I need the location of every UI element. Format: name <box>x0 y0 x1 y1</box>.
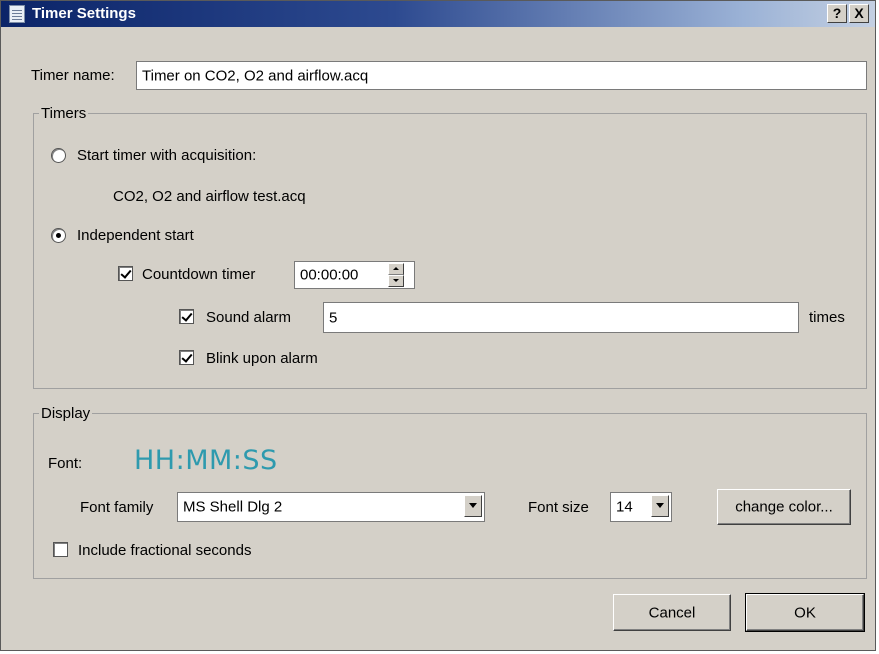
timer-name-value: Timer on CO2, O2 and airflow.acq <box>142 67 369 84</box>
fractional-seconds-checkbox[interactable] <box>53 542 68 557</box>
font-preview-text: HH:MM:SS <box>134 445 278 476</box>
alarm-times-label: times <box>809 309 845 326</box>
ok-button[interactable]: OK <box>745 593 865 632</box>
alarm-repeat-value: 5 <box>329 309 338 326</box>
font-family-label: Font family <box>80 499 154 516</box>
start-with-acquisition-radio[interactable] <box>51 148 66 163</box>
font-family-dropdown-button[interactable] <box>464 495 482 517</box>
acquisition-file-name: CO2, O2 and airflow test.acq <box>113 188 306 205</box>
cancel-label: Cancel <box>648 604 696 621</box>
countdown-timer-label[interactable]: Countdown timer <box>142 266 255 283</box>
window-title: Timer Settings <box>32 5 136 22</box>
fractional-seconds-label[interactable]: Include fractional seconds <box>78 542 251 559</box>
arrow-down-icon <box>393 279 399 282</box>
arrow-up-icon <box>393 267 399 270</box>
change-color-button[interactable]: change color... <box>717 489 851 525</box>
change-color-label: change color... <box>735 498 833 516</box>
sound-alarm-label[interactable]: Sound alarm <box>206 309 291 326</box>
countdown-decrease-button[interactable] <box>388 275 404 287</box>
alarm-repeat-input[interactable]: 5 <box>323 302 799 333</box>
timer-settings-dialog: Timer Settings ? X Timer name: Timer on … <box>0 0 876 651</box>
countdown-time-value: 00:00:00 <box>300 266 359 284</box>
blink-alarm-checkbox[interactable] <box>179 350 194 365</box>
timer-name-label: Timer name: <box>31 67 115 84</box>
font-label: Font: <box>48 455 83 472</box>
independent-start-radio[interactable] <box>51 228 66 243</box>
font-family-value: MS Shell Dlg 2 <box>183 498 283 516</box>
font-size-value: 14 <box>616 498 633 516</box>
independent-start-label[interactable]: Independent start <box>77 227 194 244</box>
close-button[interactable]: X <box>849 4 869 23</box>
timers-group-title: Timers <box>39 105 89 122</box>
display-group-title: Display <box>39 405 93 422</box>
start-with-acquisition-label[interactable]: Start timer with acquisition: <box>77 147 256 164</box>
font-size-dropdown-button[interactable] <box>651 495 669 517</box>
sound-alarm-checkbox[interactable] <box>179 309 194 324</box>
countdown-increase-button[interactable] <box>388 263 404 275</box>
countdown-timer-checkbox[interactable] <box>118 266 133 281</box>
blink-alarm-label[interactable]: Blink upon alarm <box>206 350 318 367</box>
timer-name-input[interactable]: Timer on CO2, O2 and airflow.acq <box>136 61 867 90</box>
font-family-select[interactable]: MS Shell Dlg 2 <box>177 492 485 522</box>
help-button[interactable]: ? <box>827 4 847 23</box>
ok-label: OK <box>794 604 816 621</box>
window-icon <box>9 5 25 23</box>
font-size-label: Font size <box>528 499 589 516</box>
title-bar[interactable]: Timer Settings ? X <box>1 1 875 27</box>
cancel-button[interactable]: Cancel <box>613 594 731 631</box>
